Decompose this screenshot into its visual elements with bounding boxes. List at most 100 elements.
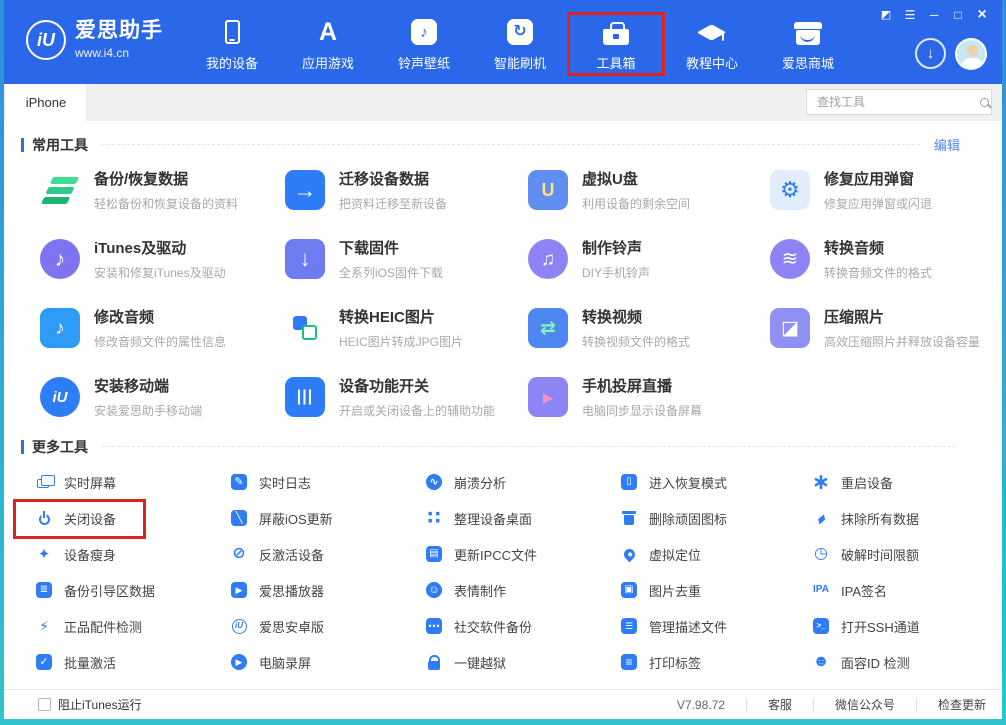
make-ringtone-icon: ♫ bbox=[528, 239, 568, 279]
tool-i4-player[interactable]: ▶爱思播放器 bbox=[230, 572, 425, 608]
i4-mobile-icon: iU bbox=[40, 377, 80, 417]
nav-item-smart-flash[interactable]: ↻智能刷机 bbox=[472, 8, 568, 76]
status-link[interactable]: 客服 bbox=[768, 696, 792, 713]
tool-live-screen[interactable]: 实时屏幕 bbox=[35, 464, 230, 500]
section-title-common: 常用工具 bbox=[32, 135, 88, 155]
nav-label: 爱思商城 bbox=[782, 53, 834, 72]
tool-block-ios-update[interactable]: ╲屏蔽iOS更新 bbox=[230, 500, 425, 536]
organize-icon: ∷ bbox=[425, 509, 443, 527]
tool-compress-photos[interactable]: ◪压缩照片高效压缩照片并释放设备容量 bbox=[770, 306, 990, 352]
nav-item-tutorial-center[interactable]: 教程中心 bbox=[664, 8, 760, 76]
tool-pc-record[interactable]: ▶电脑录屏 bbox=[230, 644, 425, 680]
compress-photo-icon: ◪ bbox=[770, 308, 810, 348]
edu-icon bbox=[697, 17, 727, 47]
tool-device-slim[interactable]: ✦设备瘦身 bbox=[35, 536, 230, 572]
nav-label: 铃声壁纸 bbox=[398, 53, 450, 72]
tool-label: 进入恢复模式 bbox=[649, 473, 727, 492]
tool-subtitle: 全系列iOS固件下载 bbox=[339, 264, 443, 281]
tool-crash-analysis[interactable]: ∿崩溃分析 bbox=[425, 464, 620, 500]
faceid-icon: ☻ bbox=[812, 653, 830, 671]
status-link[interactable]: 微信公众号 bbox=[835, 696, 895, 713]
tool-manage-profiles[interactable]: ☰管理描述文件 bbox=[620, 608, 812, 644]
nav-item-ringtones-wallpapers[interactable]: ♪铃声壁纸 bbox=[376, 8, 472, 76]
nav-item-toolbox[interactable]: 工具箱 bbox=[568, 8, 664, 76]
menu-icon[interactable]: ☰ bbox=[900, 6, 920, 24]
mall-icon bbox=[796, 17, 820, 47]
tool-edit-audio[interactable]: ♪修改音频修改音频文件的属性信息 bbox=[40, 306, 285, 352]
migrate-icon: → bbox=[285, 170, 325, 210]
status-separator bbox=[916, 698, 917, 711]
tool-screen-mirror[interactable]: ▶手机投屏直播电脑同步显示设备屏幕 bbox=[528, 375, 770, 421]
version-label: V7.98.72 bbox=[677, 698, 725, 712]
tool-convert-heic[interactable]: 转换HEIC图片HEIC图片转成JPG图片 bbox=[285, 306, 528, 352]
tool-download-firmware[interactable]: ↓下载固件全系列iOS固件下载 bbox=[285, 237, 528, 283]
maximize-icon[interactable]: □ bbox=[948, 6, 968, 24]
tool-print-label[interactable]: ≡打印标签 bbox=[620, 644, 812, 680]
theme-icon[interactable]: ◩ bbox=[876, 6, 896, 24]
tool-ipa-sign[interactable]: IPAIPA签名 bbox=[812, 572, 990, 608]
tool-subtitle: 修复应用弹窗或闪退 bbox=[824, 195, 932, 212]
tool-open-ssh[interactable]: >_打开SSH通道 bbox=[812, 608, 990, 644]
tool-title: 安装移动端 bbox=[94, 378, 202, 396]
user-avatar[interactable] bbox=[955, 38, 987, 70]
tool-backup-boot-data[interactable]: ≣备份引导区数据 bbox=[35, 572, 230, 608]
tool-erase-all-data[interactable]: ▰抹除所有数据 bbox=[812, 500, 990, 536]
tool-convert-audio[interactable]: ≋转换音频转换音频文件的格式 bbox=[770, 237, 990, 283]
tool-enter-recovery[interactable]: ▯进入恢复模式 bbox=[620, 464, 812, 500]
tool-virtual-location[interactable]: 虚拟定位 bbox=[620, 536, 812, 572]
tool-faceid-check[interactable]: ☻面容ID 检测 bbox=[812, 644, 990, 680]
tool-restart-device[interactable]: ∗重启设备 bbox=[812, 464, 990, 500]
audio-edit-icon: ♪ bbox=[40, 308, 80, 348]
search-icon[interactable] bbox=[980, 98, 989, 107]
tool-migrate-data[interactable]: →迁移设备数据把资料迁移至新设备 bbox=[285, 168, 528, 214]
tool-one-click-jailbreak[interactable]: 一键越狱 bbox=[425, 644, 620, 680]
tool-delete-stubborn-icons[interactable]: 删除顽固图标 bbox=[620, 500, 812, 536]
tool-label: 打印标签 bbox=[649, 653, 701, 672]
edit-link[interactable]: 编辑 bbox=[934, 135, 960, 154]
tool-image-dedupe[interactable]: ▣图片去重 bbox=[620, 572, 812, 608]
nav-item-my-devices[interactable]: 我的设备 bbox=[184, 8, 280, 76]
tool-title: 手机投屏直播 bbox=[582, 378, 702, 396]
tool-emoji-maker[interactable]: ☺表情制作 bbox=[425, 572, 620, 608]
tool-batch-activate[interactable]: ✓批量激活 bbox=[35, 644, 230, 680]
tool-power-off-device[interactable]: 关闭设备 bbox=[35, 500, 230, 536]
tool-virtual-usb[interactable]: U虚拟U盘利用设备的剩余空间 bbox=[528, 168, 770, 214]
tool-deactivate-device[interactable]: ⊘反激活设备 bbox=[230, 536, 425, 572]
block-itunes-checkbox[interactable] bbox=[38, 698, 51, 711]
tool-subtitle: 修改音频文件的属性信息 bbox=[94, 333, 226, 350]
close-icon[interactable]: × bbox=[972, 6, 992, 24]
tool-fix-app-popup[interactable]: ⚙修复应用弹窗修复应用弹窗或闪退 bbox=[770, 168, 990, 214]
app-title: 爱思助手 bbox=[75, 14, 163, 44]
nav-item-i4-mall[interactable]: 爱思商城 bbox=[760, 8, 856, 76]
tool-itunes-driver[interactable]: ♪iTunes及驱动安装和修复iTunes及驱动 bbox=[40, 237, 285, 283]
tool-social-app-backup[interactable]: ⋯社交软件备份 bbox=[425, 608, 620, 644]
tool-device-switches[interactable]: |||设备功能开关开启或关闭设备上的辅助功能 bbox=[285, 375, 528, 421]
nav-item-apps-games[interactable]: A应用游戏 bbox=[280, 8, 376, 76]
status-link[interactable]: 检查更新 bbox=[938, 696, 986, 713]
tool-label: 管理描述文件 bbox=[649, 617, 727, 636]
tool-i4-android[interactable]: iU爱思安卓版 bbox=[230, 608, 425, 644]
tool-label: 一键越狱 bbox=[454, 653, 506, 672]
tool-title: 转换视频 bbox=[582, 309, 690, 327]
jailbreak-icon bbox=[425, 653, 443, 671]
tool-crack-time-limit[interactable]: ◷破解时间限额 bbox=[812, 536, 990, 572]
download-button[interactable]: ↓ bbox=[915, 38, 946, 69]
tool-live-log[interactable]: ✎实时日志 bbox=[230, 464, 425, 500]
tool-accessory-check[interactable]: ⚡正品配件检测 bbox=[35, 608, 230, 644]
search-input[interactable] bbox=[815, 94, 974, 110]
tool-convert-video[interactable]: ⇄转换视频转换视频文件的格式 bbox=[528, 306, 770, 352]
audio-convert-icon: ≋ bbox=[770, 239, 810, 279]
tool-title: 迁移设备数据 bbox=[339, 171, 447, 189]
ipcc-icon: ▤ bbox=[425, 545, 443, 563]
trash-icon bbox=[620, 509, 638, 527]
minimize-icon[interactable]: ─ bbox=[924, 6, 944, 24]
tool-install-mobile[interactable]: iU 安装移动端安装爱思助手移动端 bbox=[40, 375, 285, 421]
tool-organize-desktop[interactable]: ∷整理设备桌面 bbox=[425, 500, 620, 536]
tool-backup-restore[interactable]: 备份/恢复数据轻松备份和恢复设备的资料 bbox=[40, 168, 285, 214]
tool-subtitle: 安装爱思助手移动端 bbox=[94, 402, 202, 419]
tab-iphone[interactable]: iPhone bbox=[6, 84, 86, 121]
tool-label: 设备瘦身 bbox=[64, 545, 116, 564]
tool-update-ipcc[interactable]: ▤更新IPCC文件 bbox=[425, 536, 620, 572]
batch-activate-icon: ✓ bbox=[35, 653, 53, 671]
tool-make-ringtone[interactable]: ♫制作铃声DIY手机铃声 bbox=[528, 237, 770, 283]
